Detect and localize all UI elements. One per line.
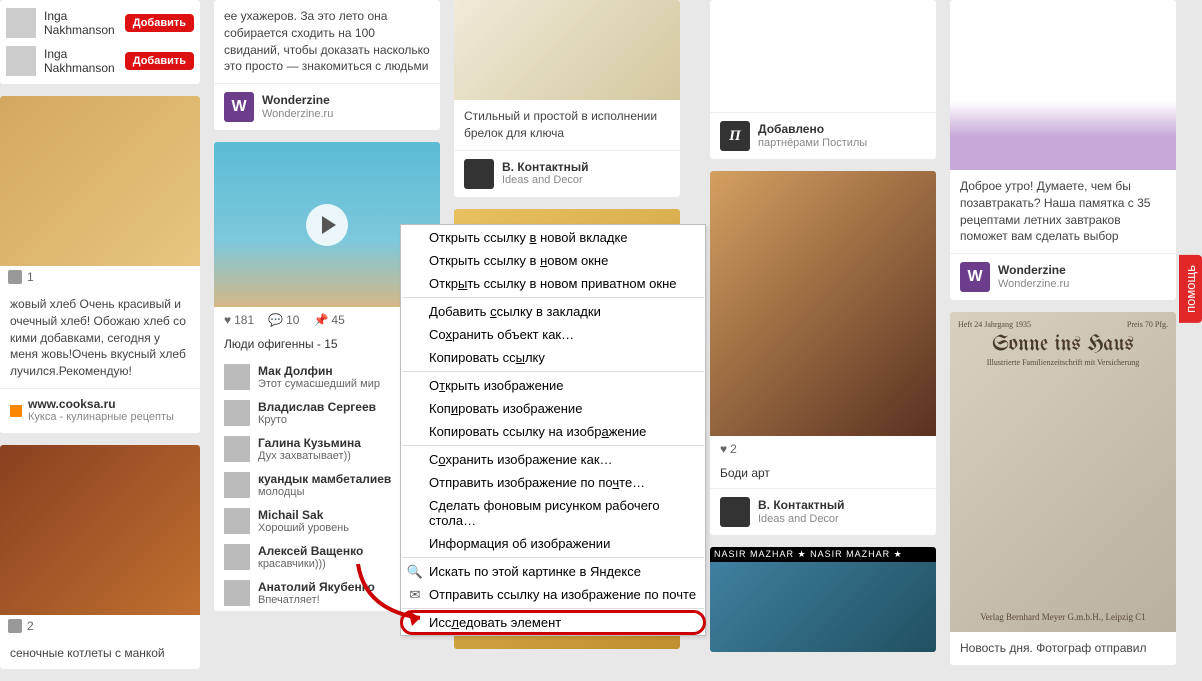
card-source[interactable]: П Добавлено партнёрами Постилы	[710, 112, 936, 159]
article-card[interactable]: Доброе утро! Думаете, чем бы позавтракат…	[950, 0, 1176, 300]
card-source[interactable]: W Wonderzine Wonderzine.ru	[950, 253, 1176, 300]
context-menu-item[interactable]: Открыть ссылку в новом окне	[401, 249, 705, 272]
context-menu-item[interactable]: Добавить ссылку в закладки	[401, 300, 705, 323]
pin-card[interactable]: Heft 24 Jahrgang 1935 Preis 70 Pfg. Sonn…	[950, 312, 1176, 665]
card-source[interactable]: В. Контактный Ideas and Decor	[710, 488, 936, 535]
likes-count: ♥ 181	[224, 313, 254, 327]
vintage-title: Sonne ins Haus	[958, 333, 1168, 356]
recipe-card[interactable]: 1 жовый хлеб Очень красивый и очечный хл…	[0, 96, 200, 433]
context-menu-item[interactable]: Копировать изображение	[401, 397, 705, 420]
pin-card[interactable]: ♥ 2 Боди арт В. Контактный Ideas and Dec…	[710, 171, 936, 535]
context-menu-item[interactable]: Исследовать элемент	[401, 611, 705, 634]
vintage-header-right: Preis 70 Pfg.	[1127, 320, 1168, 329]
vintage-publisher: Verlag Bernhard Meyer G.m.b.H., Leipzig …	[950, 612, 1176, 622]
user-name: Inga Nakhmanson	[44, 9, 125, 37]
context-menu-item[interactable]: Копировать ссылку на изображение	[401, 420, 705, 443]
card-description: ее ухажеров. За это лето она собирается …	[214, 0, 440, 83]
context-menu-item[interactable]: Отправить изображение по почте…	[401, 471, 705, 494]
card-description: Новость дня. Фотограф отправил	[950, 632, 1176, 665]
banner-text: NASIR MAZHAR ★ NASIR MAZHAR ★	[710, 547, 936, 562]
context-menu-item[interactable]: Открыть изображение	[401, 374, 705, 397]
user-row[interactable]: Inga Nakhmanson Добавить	[6, 4, 194, 42]
context-menu-item[interactable]: Открыть ссылку в новом приватном окне	[401, 272, 705, 295]
image-count-icon: 1	[8, 270, 34, 284]
user-row[interactable]: Inga Nakhmanson Добавить	[6, 42, 194, 80]
article-card[interactable]: ее ухажеров. За это лето она собирается …	[214, 0, 440, 130]
add-button[interactable]: Добавить	[125, 52, 194, 70]
vintage-header-left: Heft 24 Jahrgang 1935	[958, 320, 1031, 329]
card-description: жовый хлеб Очень красивый и очечный хлеб…	[0, 288, 200, 388]
mail-icon: ✉	[407, 587, 423, 603]
user-name: Inga Nakhmanson	[44, 47, 125, 75]
card-description: Доброе утро! Думаете, чем бы позавтракат…	[950, 170, 1176, 253]
card-source[interactable]: W Wonderzine Wonderzine.ru	[214, 83, 440, 130]
pins-count: 📌 45	[313, 313, 344, 327]
context-menu-item[interactable]: 🔍Искать по этой картинке в Яндексе	[401, 560, 705, 583]
card-caption: Боди арт	[710, 462, 936, 488]
vintage-subtitle: Illustrierte Familienzeitschrift mit Ver…	[958, 358, 1168, 367]
card-description: Стильный и простой в исполнении брелок д…	[454, 100, 680, 150]
pin-card[interactable]: П Добавлено партнёрами Постилы	[710, 0, 936, 159]
context-menu-item[interactable]: Открыть ссылку в новой вкладке	[401, 226, 705, 249]
context-menu-item[interactable]: Копировать ссылку	[401, 346, 705, 369]
pin-card[interactable]: Стильный и простой в исполнении брелок д…	[454, 0, 680, 197]
card-source[interactable]: В. Контактный Ideas and Decor	[454, 150, 680, 197]
search-icon: 🔍	[407, 564, 423, 580]
add-button[interactable]: Добавить	[125, 14, 194, 32]
help-tab[interactable]: помощь	[1179, 255, 1202, 323]
card-description: сеночные котлеты с манкой	[0, 637, 200, 670]
context-menu-item[interactable]: Сохранить объект как…	[401, 323, 705, 346]
card-source[interactable]: www.cooksa.ru Кукса - кулинарные рецепты	[0, 388, 200, 433]
comments-count: 💬 10	[268, 313, 299, 327]
context-menu-item[interactable]: Сохранить изображение как…	[401, 448, 705, 471]
context-menu: Открыть ссылку в новой вкладкеОткрыть сс…	[400, 224, 706, 636]
likes-count: ♥ 2	[720, 442, 737, 456]
context-menu-item[interactable]: Информация об изображении	[401, 532, 705, 555]
context-menu-item[interactable]: ✉Отправить ссылку на изображение по почт…	[401, 583, 705, 606]
context-menu-item[interactable]: Сделать фоновым рисунком рабочего стола…	[401, 494, 705, 532]
recipe-card[interactable]: 2 сеночные котлеты с манкой	[0, 445, 200, 670]
play-icon[interactable]	[306, 204, 348, 246]
image-count-icon: 2	[8, 619, 34, 633]
pin-card[interactable]: NASIR MAZHAR ★ NASIR MAZHAR ★	[710, 547, 936, 652]
